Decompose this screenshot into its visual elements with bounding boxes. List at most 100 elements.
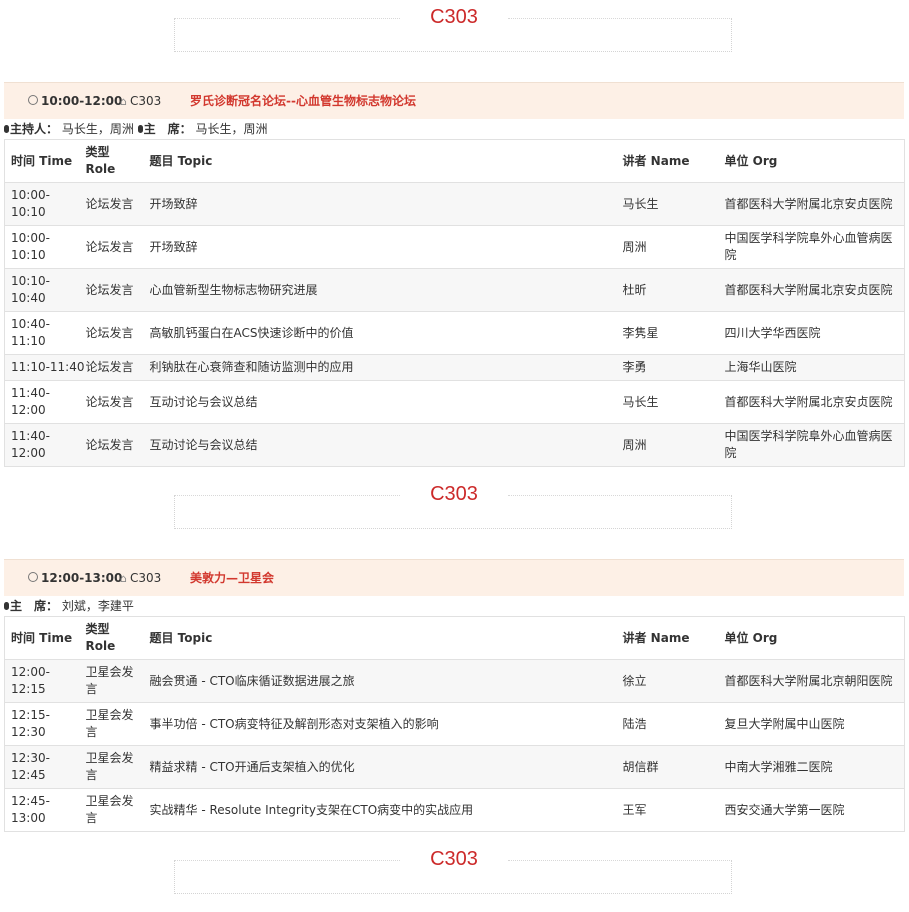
table-row: 12:15-12:30 卫星会发言 事半功倍 - CTO病变特征及解剖形态对支架…	[4, 702, 905, 746]
session-time: 12:00-13:00	[28, 560, 122, 596]
cell-time: 10:10-10:40	[4, 268, 80, 312]
col-header-time: 时间 Time	[4, 616, 80, 660]
col-header-topic: 题目 Topic	[143, 616, 617, 660]
cell-time: 11:10-11:40	[4, 354, 85, 381]
cell-speaker: 周洲	[616, 225, 719, 269]
cell-time: 12:15-12:30	[4, 702, 80, 746]
schedule-table: 时间 Time 类型 Role 题目 Topic 讲者 Name 单位 Org 1…	[4, 616, 905, 832]
cell-time: 12:30-12:45	[4, 745, 80, 789]
cell-topic: 融会贯通 - CTO临床循证数据进展之旅	[143, 659, 617, 703]
session-room: ⌂ C303	[120, 571, 162, 585]
cell-time: 11:40-12:00	[4, 380, 80, 424]
room-heading: C303	[0, 483, 909, 547]
col-header-role: 类型 Role	[79, 139, 144, 183]
table-header-row: 时间 Time 类型 Role 题目 Topic 讲者 Name 单位 Org	[4, 616, 905, 660]
table-row: 11:40-12:00 论坛发言 互动讨论与会议总结 马长生 首都医科大学附属北…	[4, 380, 905, 424]
cell-time: 10:00-10:10	[4, 182, 80, 226]
cell-role: 论坛发言	[79, 354, 144, 381]
table-row: 10:10-10:40 论坛发言 心血管新型生物标志物研究进展 杜昕 首都医科大…	[4, 268, 905, 312]
cell-speaker: 徐立	[616, 659, 719, 703]
col-header-topic: 题目 Topic	[143, 139, 617, 183]
cell-speaker: 胡信群	[616, 745, 719, 789]
cell-time: 12:00-12:15	[4, 659, 80, 703]
session-header: 10:00-12:00 ⌂ C303 罗氏诊断冠名论坛--心血管生物标志物论坛	[4, 82, 904, 119]
table-row: 11:10-11:40 论坛发言 利钠肽在心衰筛查和随访监测中的应用 李勇 上海…	[4, 354, 905, 381]
col-header-org: 单位 Org	[718, 139, 905, 183]
session-time: 10:00-12:00	[28, 83, 122, 119]
cell-org: 上海华山医院	[718, 354, 905, 381]
cell-speaker: 马长生	[616, 182, 719, 226]
session-title[interactable]: 美敦力—卫星会	[190, 560, 274, 596]
cell-topic: 利钠肽在心衰筛查和随访监测中的应用	[143, 354, 617, 381]
cell-org: 首都医科大学附属北京安贞医院	[718, 182, 905, 226]
clock-icon	[28, 572, 38, 582]
col-header-speaker: 讲者 Name	[616, 616, 719, 660]
cell-org: 中国医学科学院阜外心血管病医院	[718, 423, 905, 467]
room-title: C303	[400, 6, 508, 29]
table-header-row: 时间 Time 类型 Role 题目 Topic 讲者 Name 单位 Org	[4, 139, 905, 183]
cell-org: 首都医科大学附属北京安贞医院	[718, 268, 905, 312]
cell-topic: 开场致辞	[143, 225, 617, 269]
home-icon: ⌂	[120, 572, 127, 585]
cell-time: 12:45-13:00	[4, 788, 80, 832]
cell-speaker: 李勇	[616, 354, 719, 381]
cell-org: 首都医科大学附属北京朝阳医院	[718, 659, 905, 703]
cell-topic: 事半功倍 - CTO病变特征及解剖形态对支架植入的影响	[143, 702, 617, 746]
table-row: 10:40-11:10 论坛发言 高敏肌钙蛋白在ACS快速诊断中的价值 李隽星 …	[4, 311, 905, 355]
clock-icon	[28, 95, 38, 105]
cell-role: 论坛发言	[79, 380, 144, 424]
table-row: 11:40-12:00 论坛发言 互动讨论与会议总结 周洲 中国医学科学院阜外心…	[4, 423, 905, 467]
cell-role: 论坛发言	[79, 182, 144, 226]
session-header: 12:00-13:00 ⌂ C303 美敦力—卫星会	[4, 559, 904, 596]
cell-speaker: 周洲	[616, 423, 719, 467]
room-heading: C303	[0, 6, 909, 70]
microphone-icon	[137, 125, 143, 133]
cell-role: 论坛发言	[79, 423, 144, 467]
cell-org: 首都医科大学附属北京安贞医院	[718, 380, 905, 424]
cell-org: 中国医学科学院阜外心血管病医院	[718, 225, 905, 269]
col-header-org: 单位 Org	[718, 616, 905, 660]
session-chairs: 主持人： 马长生，周洲 主 席： 马长生，周洲	[4, 119, 904, 139]
cell-topic: 精益求精 - CTO开通后支架植入的优化	[143, 745, 617, 789]
cell-topic: 开场致辞	[143, 182, 617, 226]
room-title: C303	[400, 848, 508, 871]
cell-time: 10:40-11:10	[4, 311, 80, 355]
session-chairs: 主 席： 刘斌，李建平	[4, 596, 904, 616]
cell-org: 复旦大学附属中山医院	[718, 702, 905, 746]
cell-role: 论坛发言	[79, 225, 144, 269]
cell-topic: 高敏肌钙蛋白在ACS快速诊断中的价值	[143, 311, 617, 355]
cell-role: 论坛发言	[79, 268, 144, 312]
table-row: 12:30-12:45 卫星会发言 精益求精 - CTO开通后支架植入的优化 胡…	[4, 745, 905, 789]
col-header-role: 类型 Role	[79, 616, 144, 660]
microphone-icon	[4, 125, 9, 133]
cell-time: 11:40-12:00	[4, 423, 80, 467]
table-row: 12:00-12:15 卫星会发言 融会贯通 - CTO临床循证数据进展之旅 徐…	[4, 659, 905, 703]
cell-speaker: 杜昕	[616, 268, 719, 312]
room-title: C303	[400, 483, 508, 506]
cell-role: 卫星会发言	[79, 702, 144, 746]
schedule-table: 时间 Time 类型 Role 题目 Topic 讲者 Name 单位 Org 1…	[4, 139, 905, 467]
session-title[interactable]: 罗氏诊断冠名论坛--心血管生物标志物论坛	[190, 83, 416, 119]
cell-speaker: 马长生	[616, 380, 719, 424]
cell-role: 论坛发言	[79, 311, 144, 355]
cell-role: 卫星会发言	[79, 788, 144, 832]
cell-role: 卫星会发言	[79, 745, 144, 789]
microphone-icon	[4, 602, 9, 610]
cell-org: 西安交通大学第一医院	[718, 788, 905, 832]
room-heading: C303	[0, 848, 909, 912]
session-block: 12:00-13:00 ⌂ C303 美敦力—卫星会 主 席： 刘斌，李建平 时间…	[4, 559, 905, 832]
table-row: 10:00-10:10 论坛发言 开场致辞 周洲 中国医学科学院阜外心血管病医院	[4, 225, 905, 269]
session-block: 10:00-12:00 ⌂ C303 罗氏诊断冠名论坛--心血管生物标志物论坛 主…	[4, 82, 905, 467]
cell-time: 10:00-10:10	[4, 225, 80, 269]
home-icon: ⌂	[120, 95, 127, 108]
col-header-speaker: 讲者 Name	[616, 139, 719, 183]
cell-topic: 互动讨论与会议总结	[143, 380, 617, 424]
cell-speaker: 李隽星	[616, 311, 719, 355]
cell-org: 中南大学湘雅二医院	[718, 745, 905, 789]
session-room: ⌂ C303	[120, 94, 162, 108]
cell-org: 四川大学华西医院	[718, 311, 905, 355]
col-header-time: 时间 Time	[4, 139, 80, 183]
table-row: 10:00-10:10 论坛发言 开场致辞 马长生 首都医科大学附属北京安贞医院	[4, 182, 905, 226]
cell-role: 卫星会发言	[79, 659, 144, 703]
cell-speaker: 陆浩	[616, 702, 719, 746]
